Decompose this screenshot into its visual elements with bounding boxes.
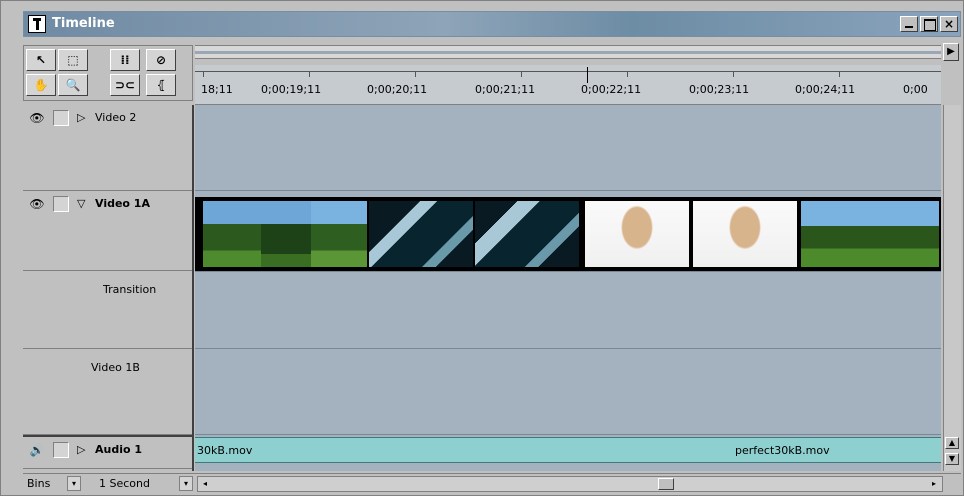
audio-clip-label: perfect30kB.mov: [735, 444, 830, 457]
track-name: Video 1B: [91, 361, 140, 374]
track-header-video-2[interactable]: 👁 ▷ Video 2: [23, 105, 192, 191]
time-zoom-value[interactable]: 1 Second: [99, 477, 150, 490]
close-button[interactable]: ×: [940, 16, 958, 32]
eye-icon[interactable]: 👁: [28, 197, 46, 211]
speaker-icon[interactable]: 🔊: [28, 443, 46, 457]
resize-grip-icon[interactable]: [945, 476, 959, 492]
audio-clip-label: 30kB.mov: [197, 444, 253, 457]
eye-icon[interactable]: 👁: [28, 111, 46, 125]
expand-triangle-icon[interactable]: ▷: [77, 443, 85, 456]
scroll-up-icon[interactable]: ▲: [945, 437, 959, 449]
clip-thumbnail: [203, 201, 261, 267]
bins-dropdown-icon[interactable]: ▾: [67, 476, 81, 491]
collapse-triangle-icon[interactable]: ▽: [77, 197, 85, 210]
bins-label: Bins: [27, 477, 51, 490]
current-time-indicator[interactable]: [587, 67, 588, 83]
hand-tool-icon[interactable]: ✋: [26, 74, 56, 96]
ruler-label: 0;00;19;11: [261, 83, 322, 96]
ruler-label: 0;00;24;11: [795, 83, 856, 96]
lane-transition[interactable]: [195, 271, 941, 349]
ruler-label: 0;00: [903, 83, 928, 96]
tool-palette: ↖ ⬚ ⁞⁞ ⊘ ✋ 🔍 ⊃⊂ ⦃: [23, 45, 193, 101]
ruler-label: 0;00;20;11: [367, 83, 428, 96]
clip-thumbnail: [311, 201, 367, 267]
in-out-point-tool-icon[interactable]: ⦃: [146, 74, 176, 96]
lock-toggle[interactable]: [53, 196, 69, 212]
zoom-tool-icon[interactable]: 🔍: [58, 74, 88, 96]
track-select-tool-icon[interactable]: ⁞⁞: [110, 49, 140, 71]
timeline-navigator-strip[interactable]: [195, 45, 941, 59]
scroll-down-icon[interactable]: ▼: [945, 453, 959, 465]
range-select-tool-icon[interactable]: ⬚: [58, 49, 88, 71]
track-header-audio-1[interactable]: 🔊 ▷ Audio 1: [23, 435, 192, 469]
clip-thumbnail: [693, 201, 797, 267]
lock-toggle[interactable]: [53, 442, 69, 458]
scroll-left-icon[interactable]: ◂: [199, 478, 211, 490]
track-area[interactable]: 30kB.mov perfect30kB.mov: [195, 105, 941, 471]
timeline-window: Timeline × ↖ ⬚ ⁞⁞ ⊘ ✋ 🔍 ⊃⊂ ⦃ ▶ 18;11 0;0…: [0, 0, 964, 496]
clip-thumbnail: [585, 201, 689, 267]
razor-tool-icon[interactable]: ⊃⊂: [110, 74, 140, 96]
expand-triangle-icon[interactable]: ▷: [77, 111, 85, 124]
lane-video-1b[interactable]: [195, 349, 941, 435]
clip-thumbnail: [369, 201, 473, 267]
ruler-label: 0;00;23;11: [689, 83, 750, 96]
video-clip[interactable]: [195, 197, 941, 271]
selection-tool-icon[interactable]: ↖: [26, 49, 56, 71]
ruler-label: 0;00;22;11: [581, 83, 642, 96]
window-title: Timeline: [52, 16, 115, 31]
vertical-scrollbar[interactable]: ▲ ▼: [943, 105, 961, 471]
audio-clip[interactable]: 30kB.mov perfect30kB.mov: [195, 437, 941, 463]
scroll-right-icon[interactable]: ▸: [928, 478, 940, 490]
time-zoom-dropdown-icon[interactable]: ▾: [179, 476, 193, 491]
track-header-video-1a[interactable]: 👁 ▽ Video 1A: [23, 191, 192, 271]
status-bar: Bins ▾ 1 Second ▾ ◂ ▸: [23, 473, 961, 493]
time-ruler[interactable]: 18;11 0;00;19;11 0;00;20;11 0;00;21;11 0…: [195, 65, 941, 105]
clip-thumbnail: [801, 201, 939, 267]
track-name: Audio 1: [95, 443, 143, 456]
track-header-transition[interactable]: Transition: [23, 271, 192, 349]
track-header-video-1b[interactable]: Video 1B: [23, 349, 192, 435]
lane-video-2[interactable]: [195, 105, 941, 191]
horizontal-scrollbar[interactable]: ◂ ▸: [197, 476, 943, 492]
track-headers: 👁 ▷ Video 2 👁 ▽ Video 1A Transition Vide…: [23, 105, 194, 471]
track-name: Transition: [103, 283, 157, 296]
track-name: Video 2: [95, 111, 137, 124]
clip-thumbnail: [261, 201, 311, 267]
track-name: Video 1A: [95, 197, 150, 210]
maximize-button[interactable]: [920, 16, 938, 32]
timeline-app-icon: [28, 15, 46, 33]
title-bar[interactable]: Timeline ×: [23, 11, 961, 37]
clip-thumbnail: [475, 201, 579, 267]
lock-toggle[interactable]: [53, 110, 69, 126]
ruler-label: 0;00;21;11: [475, 83, 536, 96]
scroll-thumb[interactable]: [658, 478, 674, 490]
minimize-button[interactable]: [900, 16, 918, 32]
fade-adjust-tool-icon[interactable]: ⊘: [146, 49, 176, 71]
timeline-menu-arrow-icon[interactable]: ▶: [943, 43, 959, 61]
ruler-label: 18;11: [201, 83, 233, 96]
